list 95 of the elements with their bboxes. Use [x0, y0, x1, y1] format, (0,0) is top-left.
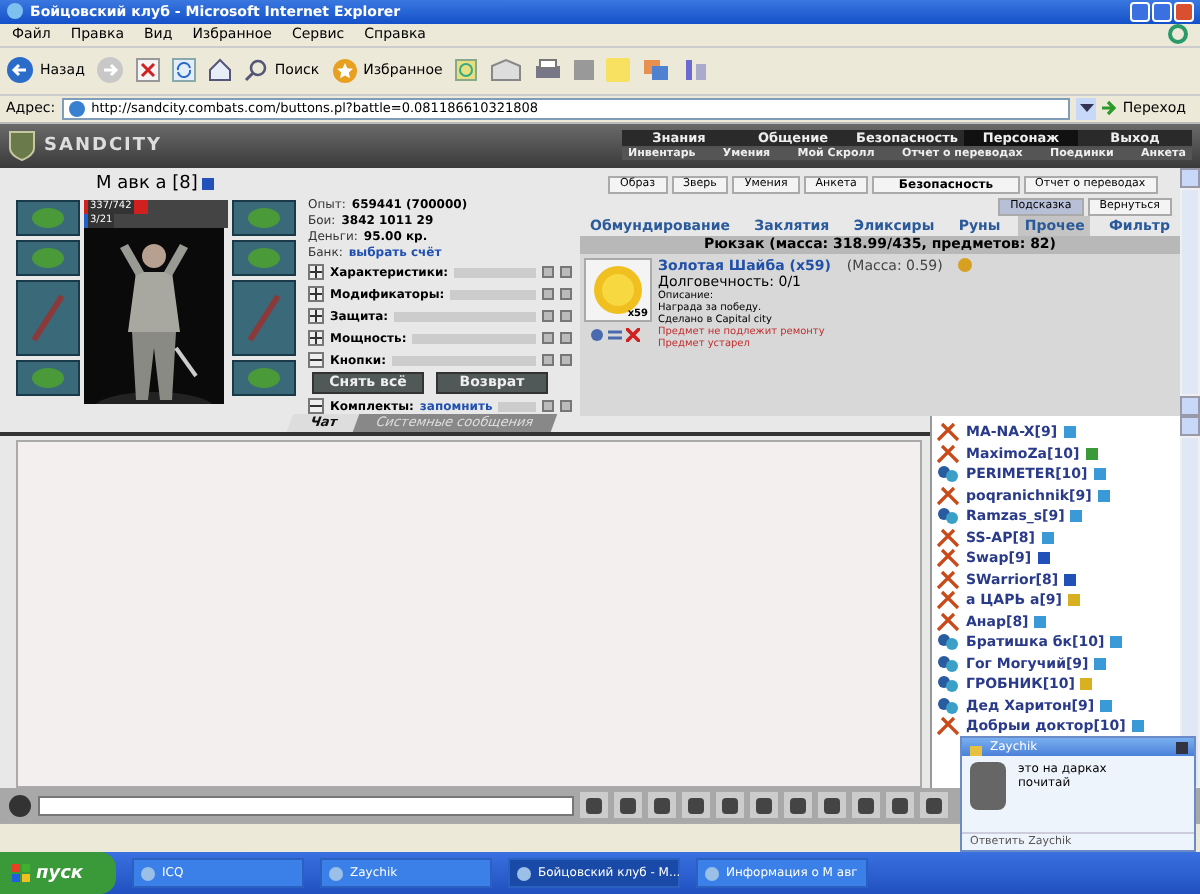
item-slot[interactable] [232, 359, 296, 396]
info-icon[interactable] [1110, 636, 1123, 649]
scrollbar[interactable] [1180, 167, 1200, 416]
swords-icon[interactable] [936, 527, 960, 548]
go-arrow-icon [1102, 100, 1119, 117]
info-icon[interactable] [201, 178, 214, 191]
home-icon[interactable] [208, 58, 233, 83]
plus-icon [310, 310, 322, 323]
info-icon[interactable] [1034, 615, 1047, 628]
minus-icon [310, 400, 322, 413]
item-slot[interactable] [232, 199, 296, 236]
game-logo: SANDCITY [8, 129, 163, 162]
figures-icon[interactable] [936, 506, 960, 527]
figures-icon[interactable] [936, 674, 960, 695]
item-slot[interactable] [232, 239, 296, 276]
stop-icon[interactable] [136, 58, 161, 83]
info-icon[interactable] [1085, 447, 1098, 460]
info-icon[interactable] [1097, 489, 1110, 502]
shield-icon [8, 129, 36, 162]
swords-icon[interactable] [936, 485, 960, 506]
figures-icon[interactable] [936, 695, 960, 716]
info-icon[interactable] [1093, 468, 1106, 481]
scroll-up-button[interactable] [1180, 167, 1200, 188]
gear-icon[interactable] [590, 327, 604, 342]
minus-icon [310, 354, 322, 367]
toggle-button[interactable] [308, 352, 324, 369]
item-slot[interactable] [16, 199, 80, 236]
mail-icon[interactable] [490, 58, 523, 83]
app-icon [140, 865, 156, 881]
app-icon [516, 865, 532, 881]
square-icon[interactable] [574, 60, 595, 81]
swords-icon[interactable] [936, 443, 960, 464]
item-slot[interactable] [16, 239, 80, 276]
info-icon[interactable] [1037, 552, 1050, 565]
printer-icon[interactable] [534, 58, 563, 83]
chat-input[interactable] [38, 795, 574, 816]
maximize-button[interactable] [1152, 1, 1172, 22]
plus-icon [310, 288, 322, 301]
refresh-icon[interactable] [172, 58, 197, 83]
info-icon[interactable] [1131, 720, 1144, 733]
swords-icon[interactable] [936, 611, 960, 632]
toggle-button[interactable] [308, 308, 324, 325]
ie-icon [6, 2, 24, 21]
speaker-icon[interactable] [8, 793, 32, 818]
arrows-icon[interactable] [608, 327, 622, 342]
swords-icon[interactable] [936, 716, 960, 737]
down-button[interactable] [560, 400, 572, 413]
figures-icon[interactable] [936, 653, 960, 674]
toggle-button[interactable] [308, 264, 324, 281]
star-icon [331, 57, 358, 84]
scroll-down-button[interactable] [1180, 395, 1200, 416]
info-icon[interactable] [1094, 657, 1107, 670]
app-icon [704, 865, 720, 881]
toggle-button[interactable] [308, 330, 324, 347]
scroll-thumb[interactable] [1182, 189, 1198, 394]
app-icon [328, 865, 344, 881]
history-icon[interactable] [454, 58, 479, 83]
chevron-icon [1079, 103, 1094, 114]
info-icon[interactable] [1064, 573, 1077, 586]
search-icon [244, 58, 269, 83]
dropdown-button[interactable] [1076, 97, 1097, 120]
medal-icon [958, 258, 973, 273]
ie-page-icon [67, 99, 86, 118]
close-button[interactable] [1174, 1, 1194, 22]
windows-icon [12, 864, 30, 882]
figures-icon[interactable] [936, 464, 960, 485]
equipment-icon [242, 203, 286, 232]
figures-icon[interactable] [936, 632, 960, 653]
up-button[interactable] [542, 400, 554, 413]
plus-icon [310, 266, 322, 279]
swords-icon[interactable] [936, 569, 960, 590]
plus-icon [310, 332, 322, 345]
coin-icon [592, 263, 644, 316]
character-name: М авк а [8] [96, 174, 198, 195]
toggle-button[interactable] [308, 286, 324, 303]
delete-icon[interactable] [626, 327, 640, 342]
equipment-icon [242, 363, 286, 392]
close-button[interactable] [1176, 741, 1188, 753]
info-icon[interactable] [1041, 531, 1053, 544]
equipment-icon [26, 363, 70, 392]
throbber-icon [1168, 24, 1188, 45]
swords-icon[interactable] [936, 548, 960, 569]
swords-icon[interactable] [936, 590, 960, 611]
toggle-button[interactable] [308, 398, 324, 415]
start-button[interactable]: пуск [0, 852, 116, 894]
equipment-icon [26, 243, 70, 272]
info-icon[interactable] [1063, 426, 1076, 439]
info-icon[interactable] [1070, 510, 1083, 523]
swords-icon[interactable] [936, 422, 960, 443]
item-slot[interactable] [16, 359, 80, 396]
equipment-icon [242, 243, 286, 272]
equipment-icon [26, 203, 70, 232]
info-icon[interactable] [1100, 699, 1113, 712]
minimize-button[interactable] [1130, 1, 1150, 22]
avatar [970, 762, 1006, 810]
